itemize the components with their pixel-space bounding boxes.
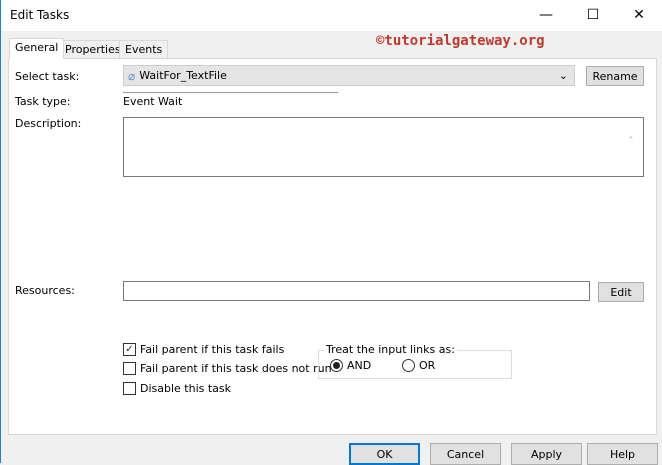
checkbox-box: [123, 382, 136, 395]
disable-task-checkbox[interactable]: Disable this task: [123, 382, 231, 395]
event-wait-icon: ⌀: [128, 68, 136, 83]
fail-parent-fails-checkbox[interactable]: ✓ Fail parent if this task fails: [123, 343, 284, 356]
select-task-label: Select task:: [15, 70, 80, 83]
tab-properties[interactable]: Properties: [59, 40, 127, 58]
or-radio[interactable]: OR: [402, 359, 435, 372]
help-button[interactable]: Help: [587, 443, 658, 465]
disable-task-label: Disable this task: [140, 382, 232, 395]
rename-button[interactable]: Rename: [586, 66, 644, 86]
checkbox-box: [123, 362, 136, 375]
and-label: AND: [347, 359, 372, 372]
minimize-button[interactable]: —: [523, 0, 569, 30]
tab-general[interactable]: General: [9, 38, 65, 59]
watermark: ©tutorialgateway.org: [376, 33, 545, 49]
task-type-label: Task type:: [15, 95, 71, 108]
radio-icon: [402, 359, 415, 372]
select-task-value: WaitFor_TextFile: [139, 69, 227, 82]
checkmark-icon: ✓: [123, 343, 136, 356]
description-label: Description:: [15, 117, 82, 130]
apply-button[interactable]: Apply: [511, 443, 582, 465]
maximize-button[interactable]: ☐: [570, 0, 616, 30]
close-button[interactable]: ✕: [616, 0, 662, 30]
resources-label: Resources:: [15, 284, 75, 297]
input-links-title: Treat the input links as:: [324, 343, 457, 356]
resources-input[interactable]: [123, 281, 590, 301]
tab-events[interactable]: Events: [119, 40, 169, 58]
edit-button[interactable]: Edit: [598, 282, 644, 302]
chevron-down-icon: ⌄: [558, 69, 568, 82]
task-type-value: Event Wait: [123, 92, 338, 109]
window-title: Edit Tasks: [10, 8, 70, 22]
fail-parent-not-run-checkbox[interactable]: Fail parent if this task does not run: [123, 362, 332, 375]
radio-selected-icon: [330, 359, 343, 372]
cancel-button[interactable]: Cancel: [430, 443, 501, 465]
description-textarea[interactable]: [123, 117, 644, 177]
and-radio[interactable]: AND: [330, 359, 371, 372]
fail-parent-fails-label: Fail parent if this task fails: [140, 343, 285, 356]
select-task-dropdown[interactable]: ⌀ WaitFor_TextFile ⌄: [123, 65, 575, 86]
or-label: OR: [419, 359, 436, 372]
fail-parent-not-run-label: Fail parent if this task does not run: [140, 362, 332, 375]
ok-button[interactable]: OK: [349, 443, 420, 465]
description-scrollbar[interactable]: ⌃: [627, 120, 635, 162]
